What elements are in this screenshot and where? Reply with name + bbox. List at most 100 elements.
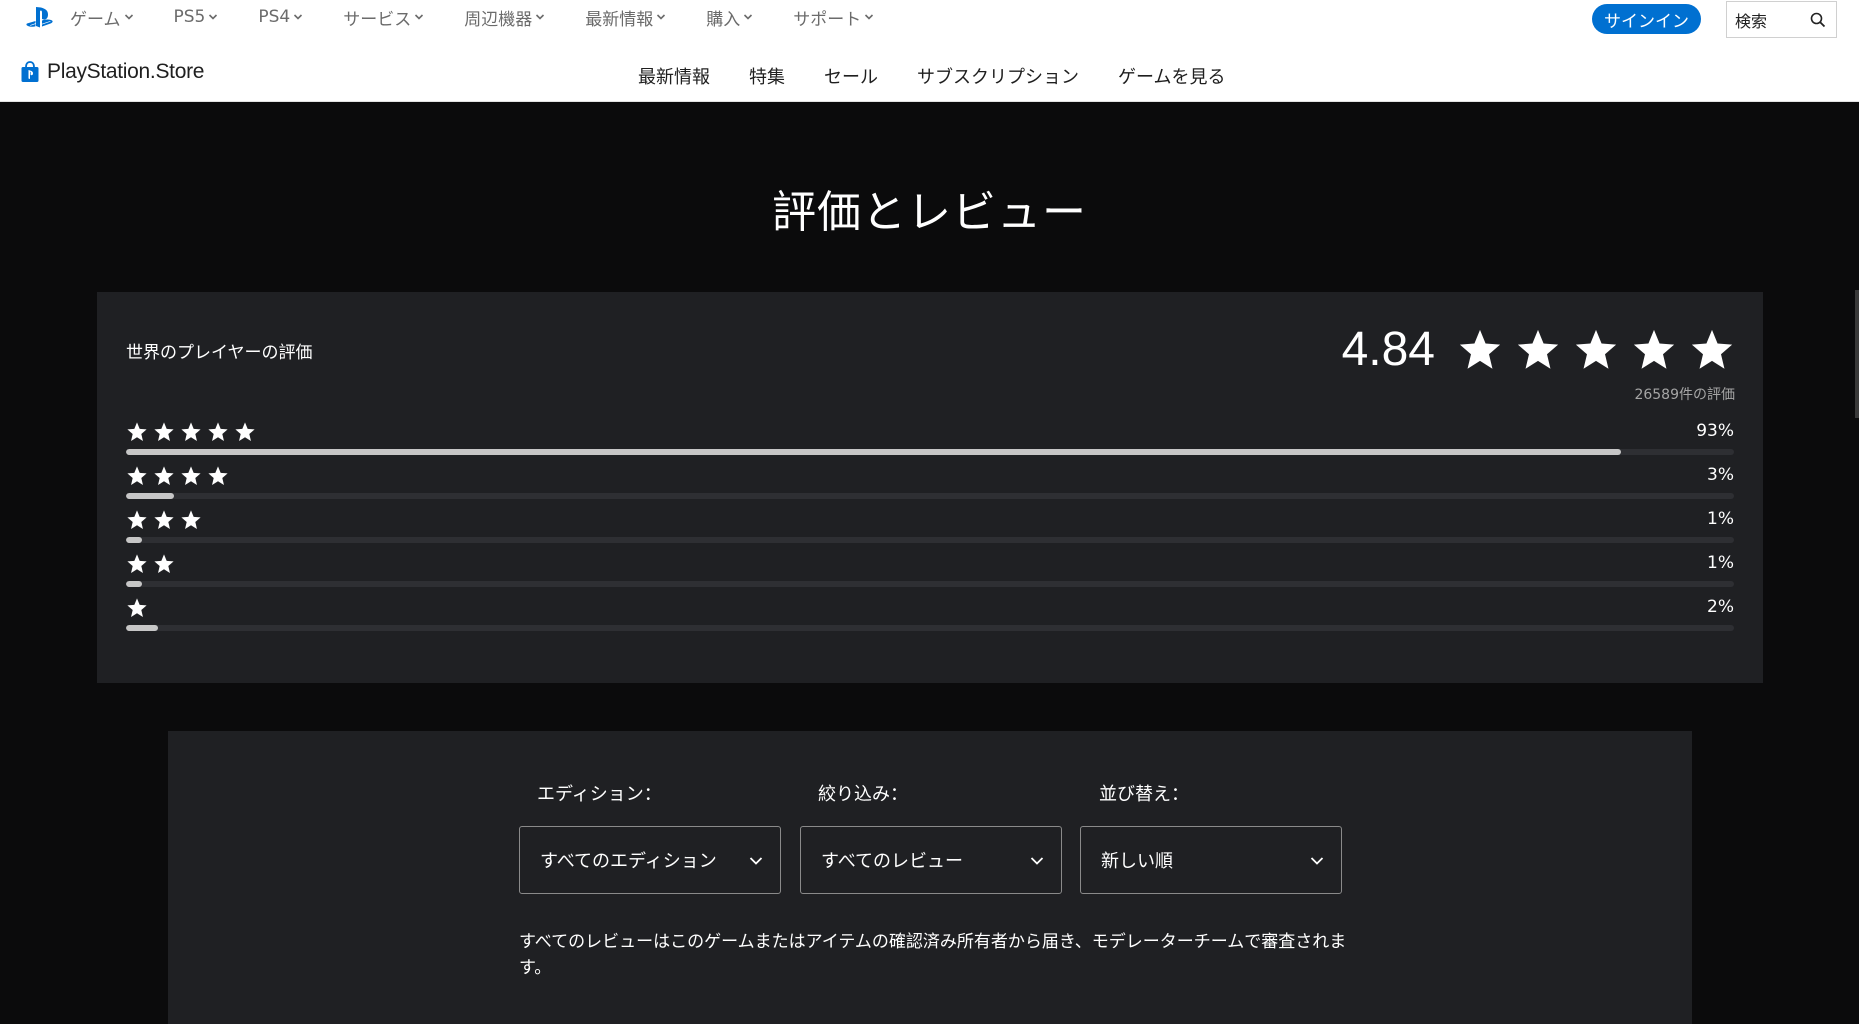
rating-row-percent: 3% [1707,465,1734,485]
star-icon [1633,329,1675,369]
store-logo[interactable]: PlayStation.Store [20,60,204,84]
ratings-summary-panel: 世界のプレイヤーの評価 4.84 26589件の評価 93% 3% 1% 1% 2% [97,292,1763,683]
chevron-down-icon [294,14,303,20]
nav-item-label: PS4 [258,7,291,27]
store-nav-browse[interactable]: ゲームを見る [1118,63,1225,89]
rating-row-stars [126,553,180,575]
rating-count: 26589件の評価 [1634,387,1735,403]
nav-item-label: 周辺機器 [464,9,533,30]
star-icon [1575,329,1617,369]
filter-select[interactable]: すべてのレビュー [800,826,1062,894]
rating-row-3-stars: 1% [126,507,1734,547]
nav-item-services[interactable]: サービス [343,5,424,30]
rating-bar-track [126,581,1734,587]
chevron-down-icon [744,14,753,20]
nav-item-label: 購入 [706,9,741,30]
global-nav: ゲーム PS5 PS4 サービス 周辺機器 最新情報 購入 サポート [70,0,914,34]
rating-row-percent: 2% [1707,597,1734,617]
search-button[interactable]: 検索 [1726,1,1837,38]
rating-row-stars [126,509,207,531]
review-notice: すべてのレビューはこのゲームまたはアイテムの確認済み所有者から届き、モデレーター… [519,932,1347,978]
rating-row-5-stars: 93% [126,419,1734,459]
star-icon [127,422,147,441]
chevron-down-icon [124,14,133,20]
sort-select-value: 新しい順 [1101,851,1173,872]
star-icon [154,510,174,529]
star-icon [208,422,228,441]
rating-row-stars [126,597,153,619]
nav-item-buy[interactable]: 購入 [706,5,753,30]
rating-row-percent: 1% [1707,553,1734,573]
chevron-down-icon [749,857,763,865]
edition-label: エディション： [537,784,662,805]
chevron-down-icon [657,14,666,20]
rating-bar-fill [126,493,175,499]
page-title: 評価とレビュー [772,187,1087,238]
star-icon [1517,329,1559,369]
average-score: 4.84 [1341,323,1435,376]
search-label: 検索 [1735,11,1768,31]
sort-select[interactable]: 新しい順 [1080,826,1342,894]
nav-item-label: サービス [343,9,412,30]
nav-item-games[interactable]: ゲーム [70,5,134,30]
star-icon [181,510,201,529]
edition-select-value: すべてのエディション [540,851,717,872]
rating-bar-track [126,537,1734,543]
rating-row-1-stars: 2% [126,595,1734,635]
rating-bar-track [126,625,1734,631]
average-rating: 4.84 [1342,322,1735,377]
nav-item-label: ゲーム [70,9,121,30]
store-nav-deals[interactable]: セール [824,63,878,89]
nav-item-label: PS5 [173,7,206,27]
store-nav-collections[interactable]: 特集 [749,63,785,89]
store-nav-latest[interactable]: 最新情報 [638,63,710,89]
star-icon [154,554,174,573]
nav-item-support[interactable]: サポート [793,5,874,30]
nav-item-accessories[interactable]: 周辺機器 [464,5,545,30]
search-icon [1810,12,1826,28]
nav-item-news[interactable]: 最新情報 [585,5,666,30]
star-icon [235,422,255,441]
star-icon [127,598,147,617]
star-icon [181,422,201,441]
chevron-down-icon [1030,857,1044,865]
global-nav-bar: ゲーム PS5 PS4 サービス 周辺機器 最新情報 購入 サポート サインイン… [0,0,1859,50]
rating-bar-track [126,493,1734,499]
rating-row-stars [126,421,261,443]
star-icon [127,554,147,573]
signin-button[interactable]: サインイン [1592,4,1701,34]
rating-bar-fill [126,449,1622,455]
nav-item-label: 最新情報 [585,9,654,30]
nav-item-label: サポート [793,9,862,30]
filter-label: 絞り込み： [818,784,908,805]
rating-bar-fill [126,581,143,587]
rating-row-2-stars: 1% [126,551,1734,591]
store-nav-subscriptions[interactable]: サブスクリプション [917,63,1079,89]
nav-item-ps5[interactable]: PS5 [174,7,219,27]
chevron-down-icon [865,14,874,20]
chevron-down-icon [536,14,545,20]
star-icon [1459,329,1501,369]
review-filter-panel: エディション： 絞り込み： 並び替え： すべてのエディション すべてのレビュー … [168,731,1692,1024]
rating-row-percent: 93% [1696,421,1734,441]
star-icon [181,466,201,485]
rating-bar-track [126,449,1734,455]
chevron-down-icon [415,14,424,20]
star-icon [154,422,174,441]
star-icon [208,466,228,485]
store-nav: 最新情報 特集 セール サブスクリプション ゲームを見る [638,50,1264,102]
nav-item-ps4[interactable]: PS4 [258,7,303,27]
playstation-logo-icon[interactable] [26,6,54,30]
page-scrollbar[interactable] [1855,290,1859,418]
edition-select[interactable]: すべてのエディション [519,826,781,894]
rating-row-stars [126,465,234,487]
sort-label: 並び替え： [1099,784,1189,805]
star-icon [127,510,147,529]
star-icon [154,466,174,485]
store-bag-icon [21,61,39,82]
rating-row-4-stars: 3% [126,463,1734,503]
ratings-label: 世界のプレイヤーの評価 [126,343,313,363]
store-brand-name: PlayStation.Store [47,60,205,83]
rating-bar-fill [126,625,159,631]
store-nav-bar: PlayStation.Store 最新情報 特集 セール サブスクリプション … [0,50,1859,102]
